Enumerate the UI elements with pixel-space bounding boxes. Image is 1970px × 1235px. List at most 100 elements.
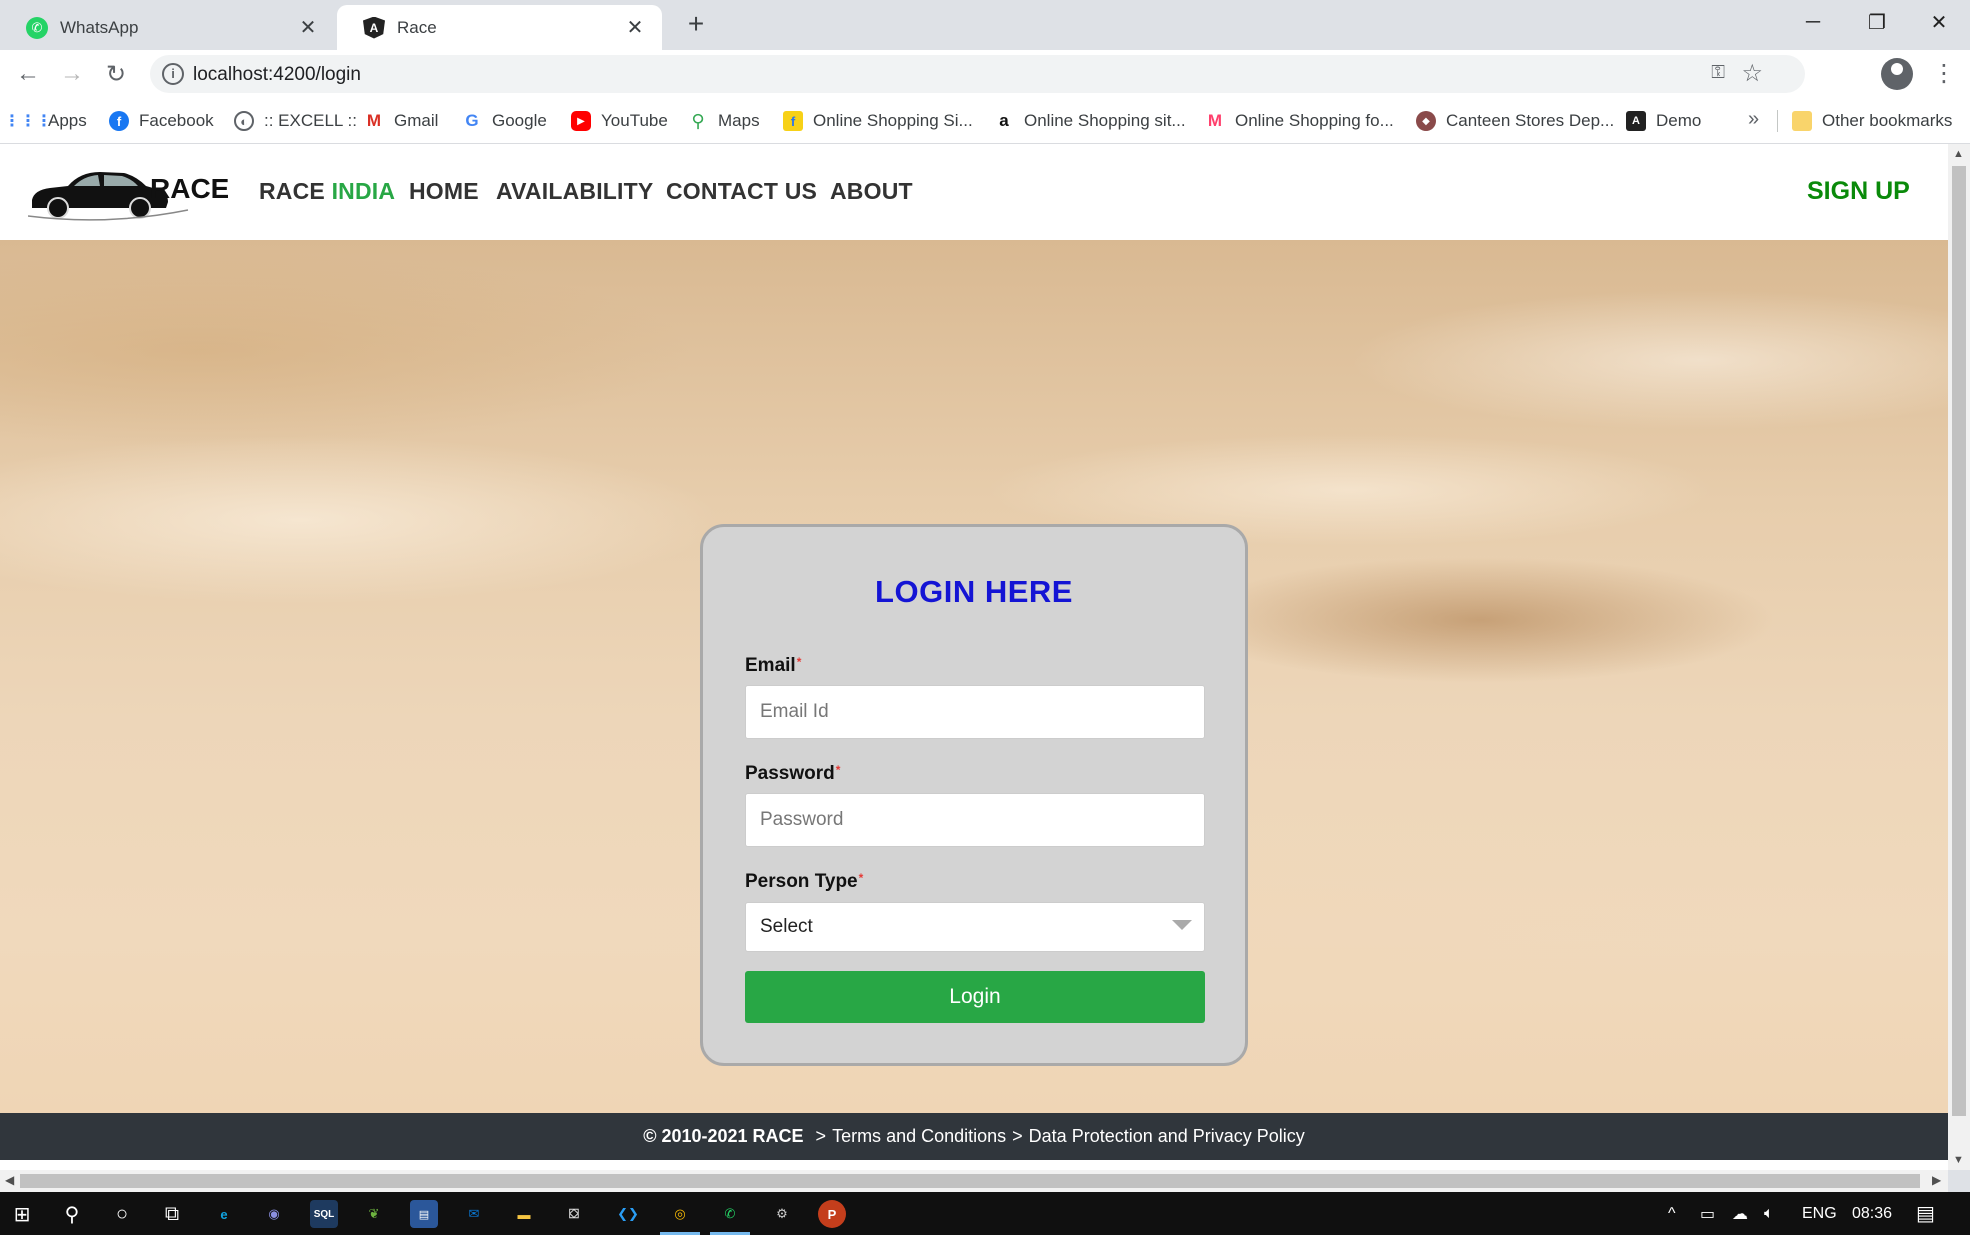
facebook-icon: f: [109, 111, 129, 131]
nav-about[interactable]: ABOUT: [830, 178, 913, 205]
language-indicator[interactable]: ENG: [1802, 1192, 1837, 1235]
bookmark-label: Facebook: [139, 111, 214, 130]
race-logo[interactable]: RACE: [27, 160, 229, 224]
app-icon[interactable]: ▤: [410, 1200, 438, 1228]
nav-availability[interactable]: AVAILABILITY: [496, 178, 653, 205]
eclipse-icon[interactable]: ◉: [260, 1200, 288, 1228]
privacy-link[interactable]: Data Protection and Privacy Policy: [1029, 1126, 1305, 1147]
mail-icon[interactable]: ✉: [460, 1200, 488, 1228]
site-info-icon[interactable]: i: [162, 63, 184, 85]
spring-icon[interactable]: ❦: [360, 1200, 388, 1228]
back-arrow-icon[interactable]: ←: [12, 58, 44, 90]
address-url[interactable]: localhost:4200/login: [193, 64, 361, 86]
powerpoint-icon[interactable]: P: [818, 1200, 846, 1228]
bookmark-label: YouTube: [601, 111, 668, 130]
bookmark-label: Online Shopping sit...: [1024, 111, 1186, 130]
scroll-right-icon[interactable]: ▶: [1932, 1173, 1941, 1187]
bookmark-canteen[interactable]: ◆ Canteen Stores Dep...: [1416, 98, 1614, 144]
restore-icon[interactable]: ❐: [1846, 0, 1908, 44]
windows-start-icon[interactable]: ⊞: [8, 1200, 36, 1228]
nav-brand[interactable]: RACE INDIA: [259, 178, 395, 205]
apps-grid-icon: ⋮⋮⋮: [4, 113, 52, 130]
bookmark-shopping-3[interactable]: M Online Shopping fo...: [1205, 98, 1394, 144]
person-type-select[interactable]: Select: [745, 902, 1205, 952]
volume-icon[interactable]: 🔈︎: [1764, 1192, 1774, 1235]
signup-link[interactable]: SIGN UP: [1807, 177, 1910, 206]
store-icon[interactable]: ⛋: [560, 1200, 588, 1228]
chrome-icon[interactable]: ◎: [666, 1200, 694, 1228]
bookmark-youtube[interactable]: ▶ YouTube: [571, 98, 668, 144]
person-type-label-text: Person Type: [745, 871, 858, 892]
bookmark-demo[interactable]: A Demo: [1626, 98, 1701, 144]
amazon-icon: a: [999, 111, 1009, 130]
logo-text: RACE: [150, 173, 228, 204]
bookmark-shopping-2[interactable]: a Online Shopping sit...: [994, 98, 1186, 144]
bookmark-maps[interactable]: ⚲ Maps: [688, 98, 759, 144]
new-tab-icon[interactable]: +: [682, 10, 710, 40]
windows-taskbar: ⊞ ⚲ ○ ⧉ e ◉ SQL ❦ ▤ ✉ ▬ ⛋ ❮❯ ◎ ✆ ⚙ P ^ ▭…: [0, 1192, 1970, 1235]
reload-icon[interactable]: ↻: [100, 58, 132, 90]
login-button[interactable]: Login: [745, 971, 1205, 1023]
network-icon[interactable]: ▭: [1700, 1192, 1715, 1235]
notifications-icon[interactable]: ▤: [1916, 1192, 1935, 1235]
profile-avatar-icon[interactable]: [1881, 58, 1913, 90]
scroll-up-icon[interactable]: ▲: [1953, 148, 1964, 160]
bookmark-excell[interactable]: ◐ :: EXCELL ::: [234, 98, 357, 144]
required-mark: *: [835, 763, 841, 777]
folder-icon: [1792, 111, 1812, 131]
clock[interactable]: 08:36: [1852, 1192, 1892, 1235]
horizontal-scroll-thumb[interactable]: [20, 1174, 1920, 1188]
bookmark-label: Online Shopping Si...: [813, 111, 973, 130]
whatsapp-icon[interactable]: ✆: [716, 1200, 744, 1228]
tab-whatsapp[interactable]: ✆ WhatsApp ✕: [0, 5, 335, 50]
angular-icon: A: [1626, 111, 1646, 131]
terms-link[interactable]: Terms and Conditions: [832, 1126, 1006, 1147]
bookmark-facebook[interactable]: f Facebook: [109, 98, 214, 144]
bookmark-google[interactable]: G Google: [462, 98, 546, 144]
password-label-text: Password: [745, 763, 835, 784]
address-bar[interactable]: i localhost:4200/login ⚿ ☆: [150, 55, 1805, 93]
sql-icon[interactable]: SQL: [310, 1200, 338, 1228]
page-viewport: RACE RACE INDIA HOME AVAILABILITY CONTAC…: [0, 144, 1948, 1170]
bookmark-other[interactable]: Other bookmarks: [1792, 98, 1952, 144]
close-window-icon[interactable]: ✕: [1908, 0, 1970, 44]
email-input[interactable]: [745, 685, 1205, 739]
bookmark-gmail[interactable]: M Gmail: [364, 98, 439, 144]
file-explorer-icon[interactable]: ▬: [510, 1200, 538, 1228]
edge-icon[interactable]: e: [210, 1200, 238, 1228]
forward-arrow-icon[interactable]: →: [56, 58, 88, 90]
bookmark-label: Gmail: [394, 111, 439, 130]
onedrive-cloud-icon[interactable]: ☁: [1732, 1192, 1748, 1235]
task-view-icon[interactable]: ⧉: [158, 1200, 186, 1228]
chevron-double-right-icon[interactable]: »: [1748, 108, 1759, 131]
search-icon[interactable]: ⚲: [58, 1200, 86, 1228]
bookmark-label: Online Shopping fo...: [1235, 111, 1394, 130]
login-card: LOGIN HERE Email* Password* Person Type*…: [700, 524, 1248, 1066]
password-input[interactable]: [745, 793, 1205, 847]
scroll-down-icon[interactable]: ▼: [1953, 1154, 1964, 1166]
maps-pin-icon: ⚲: [691, 110, 705, 131]
bookmark-apps[interactable]: ⋮⋮⋮ Apps: [4, 98, 87, 144]
close-tab-icon[interactable]: ✕: [297, 15, 319, 40]
tab-race[interactable]: A Race ✕: [337, 5, 662, 50]
bookmark-label: Canteen Stores Dep...: [1446, 111, 1615, 130]
scroll-left-icon[interactable]: ◀: [5, 1173, 14, 1187]
minimize-icon[interactable]: ─: [1782, 0, 1844, 44]
vertical-scroll-thumb[interactable]: [1952, 166, 1966, 1116]
bookmark-star-icon[interactable]: ☆: [1741, 59, 1763, 88]
email-label-text: Email: [745, 655, 796, 676]
close-tab-icon[interactable]: ✕: [624, 15, 646, 40]
nav-home[interactable]: HOME: [409, 178, 479, 205]
horizontal-scrollbar[interactable]: ◀ ▶: [0, 1170, 1948, 1192]
tray-chevron-up-icon[interactable]: ^: [1668, 1192, 1676, 1235]
settings-gear-icon[interactable]: ⚙: [768, 1200, 796, 1228]
browser-menu-icon[interactable]: ⋮: [1932, 58, 1956, 90]
nav-contact-us[interactable]: CONTACT US: [666, 178, 817, 205]
vscode-icon[interactable]: ❮❯: [614, 1200, 642, 1228]
angular-icon: A: [363, 16, 385, 39]
vertical-scrollbar[interactable]: ▲ ▼: [1948, 144, 1970, 1170]
bookmark-shopping-1[interactable]: f Online Shopping Si...: [783, 98, 973, 144]
browser-toolbar: ← → ↻ i localhost:4200/login ⚿ ☆ ⋮: [0, 50, 1970, 98]
key-icon[interactable]: ⚿: [1711, 62, 1725, 83]
cortana-icon[interactable]: ○: [108, 1200, 136, 1228]
